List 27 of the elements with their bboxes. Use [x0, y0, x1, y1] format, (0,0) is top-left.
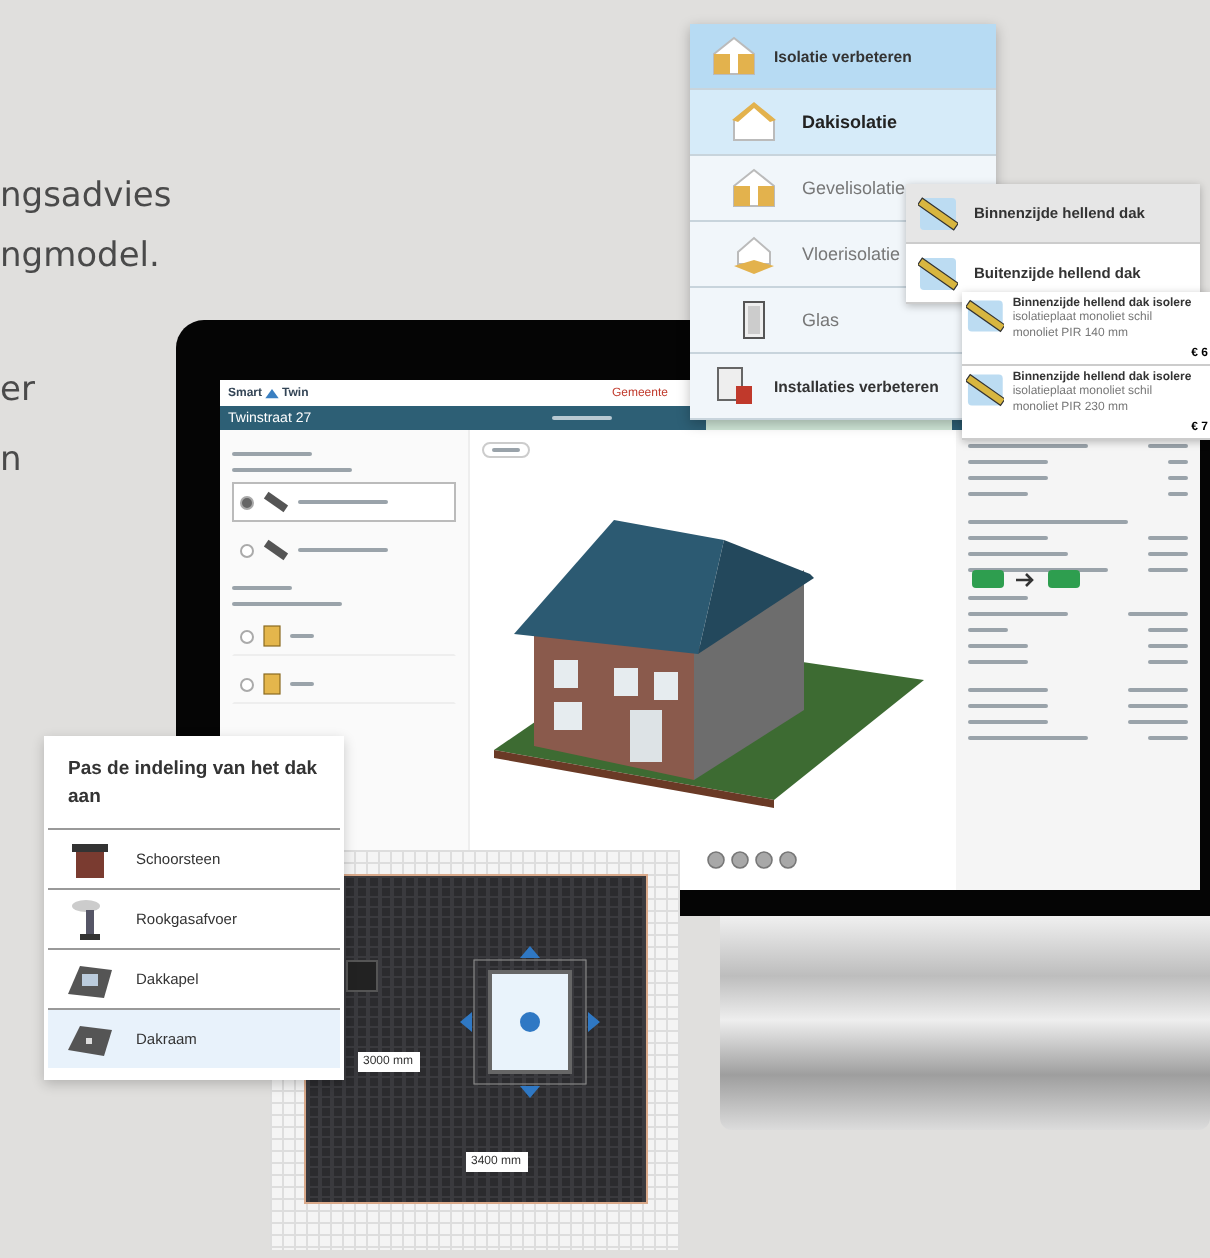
radio-icon [240, 495, 254, 509]
intro-text-line: ngsadvies [0, 176, 172, 216]
house-walls-icon [710, 34, 758, 78]
intro-text-line: n [0, 440, 22, 480]
intro-text-line: er [0, 370, 35, 410]
roof-section-icon [966, 372, 1005, 408]
radio-icon [240, 677, 254, 691]
radio-icon [240, 629, 254, 643]
arrow-right-icon [1016, 571, 1036, 587]
intro-text-line: ngmodel. [0, 236, 160, 276]
menu-item[interactable]: Dakisolatie [690, 90, 996, 156]
energy-label-badge [1048, 570, 1080, 588]
chimney-marker-icon [345, 960, 377, 992]
door-icon [262, 672, 282, 696]
roof-section-icon [918, 255, 958, 291]
house-walls-icon [730, 166, 778, 210]
energy-label-badge [972, 570, 1004, 588]
house-logo-icon [264, 386, 281, 400]
roof-section-icon [918, 195, 958, 231]
roof-icon [730, 100, 778, 144]
door-icon [262, 624, 282, 648]
floor-icon [730, 232, 778, 276]
panel-title: Pas de indeling van het dak aan [66, 756, 320, 812]
roof-section-icon [966, 298, 1005, 334]
radio-icon [240, 543, 254, 557]
back-button[interactable] [482, 442, 530, 458]
option-row[interactable] [232, 482, 456, 522]
